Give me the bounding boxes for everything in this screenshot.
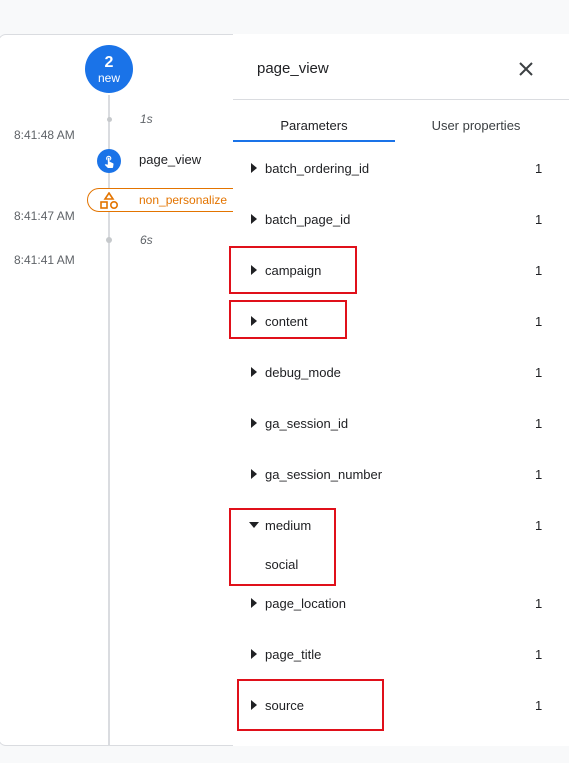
caret-down-icon bbox=[249, 522, 259, 528]
param-name: ga_session_number bbox=[265, 467, 383, 482]
param-count: 1 bbox=[535, 698, 543, 713]
time-delta: 6s bbox=[140, 233, 153, 247]
shapes-icon bbox=[99, 191, 119, 215]
event-time: 8:41:41 AM bbox=[14, 253, 75, 267]
param-count: 1 bbox=[535, 161, 543, 176]
param-count: 1 bbox=[535, 314, 543, 329]
new-label: new bbox=[97, 71, 120, 85]
tab-parameters[interactable]: Parameters bbox=[233, 118, 395, 133]
conversion-event-pill[interactable]: non_personalize bbox=[87, 188, 247, 212]
panel-title: page_view bbox=[257, 60, 329, 77]
param-row-campaign[interactable]: campaign 1 bbox=[233, 261, 569, 281]
param-count: 1 bbox=[535, 647, 543, 662]
param-count: 1 bbox=[535, 365, 543, 380]
param-row-debug-mode[interactable]: debug_mode 1 bbox=[233, 363, 569, 383]
param-name: medium bbox=[265, 518, 312, 533]
close-icon[interactable] bbox=[513, 56, 539, 82]
caret-right-icon bbox=[251, 418, 257, 428]
param-name: batch_ordering_id bbox=[265, 161, 370, 176]
panel-divider bbox=[233, 99, 569, 100]
param-row-batch-page-id[interactable]: batch_page_id 1 bbox=[233, 210, 569, 230]
param-row-content[interactable]: content 1 bbox=[233, 312, 569, 332]
new-events-count-bubble[interactable]: 2 new bbox=[85, 45, 133, 93]
event-time: 8:41:48 AM bbox=[14, 128, 75, 142]
param-row-page-title[interactable]: page_title 1 bbox=[233, 645, 569, 665]
caret-right-icon bbox=[251, 700, 257, 710]
caret-right-icon bbox=[251, 214, 257, 224]
time-delta: 1s bbox=[140, 112, 153, 126]
param-count: 1 bbox=[535, 467, 543, 482]
param-name: ga_session_id bbox=[265, 416, 349, 431]
param-count: 1 bbox=[535, 263, 543, 278]
event-details-panel: page_view Parameters User properties bat… bbox=[233, 34, 569, 746]
caret-right-icon bbox=[251, 598, 257, 608]
param-name: batch_page_id bbox=[265, 212, 351, 227]
param-count: 1 bbox=[535, 518, 543, 533]
caret-right-icon bbox=[251, 367, 257, 377]
caret-right-icon bbox=[251, 265, 257, 275]
param-name: campaign bbox=[265, 263, 322, 278]
param-name: source bbox=[265, 698, 305, 713]
param-name: page_title bbox=[265, 647, 322, 662]
param-name: content bbox=[265, 314, 308, 329]
caret-right-icon bbox=[251, 649, 257, 659]
tab-user-properties[interactable]: User properties bbox=[395, 118, 557, 133]
param-count: 1 bbox=[535, 212, 543, 227]
param-row-ga-session-number[interactable]: ga_session_number 1 bbox=[233, 465, 569, 485]
param-row-ga-session-id[interactable]: ga_session_id 1 bbox=[233, 414, 569, 434]
event-name-page-view[interactable]: page_view bbox=[139, 152, 201, 167]
new-count: 2 bbox=[104, 54, 114, 71]
conversion-event-label: non_personalize bbox=[139, 193, 228, 207]
param-row-batch-ordering-id[interactable]: batch_ordering_id 1 bbox=[233, 159, 569, 179]
touch-icon[interactable] bbox=[97, 149, 121, 173]
timeline-dot bbox=[106, 237, 112, 243]
caret-right-icon bbox=[251, 316, 257, 326]
param-row-medium[interactable]: medium 1 bbox=[233, 516, 569, 536]
param-value-medium: social bbox=[265, 557, 299, 572]
param-row-source[interactable]: source 1 bbox=[233, 696, 569, 716]
event-time: 8:41:47 AM bbox=[14, 209, 75, 223]
param-name: page_location bbox=[265, 596, 346, 611]
param-count: 1 bbox=[535, 596, 543, 611]
caret-right-icon bbox=[251, 469, 257, 479]
active-tab-indicator bbox=[233, 140, 395, 142]
param-name: debug_mode bbox=[265, 365, 341, 380]
param-count: 1 bbox=[535, 416, 543, 431]
caret-right-icon bbox=[251, 163, 257, 173]
param-row-page-location[interactable]: page_location 1 bbox=[233, 594, 569, 614]
timeline-dot bbox=[107, 117, 112, 122]
